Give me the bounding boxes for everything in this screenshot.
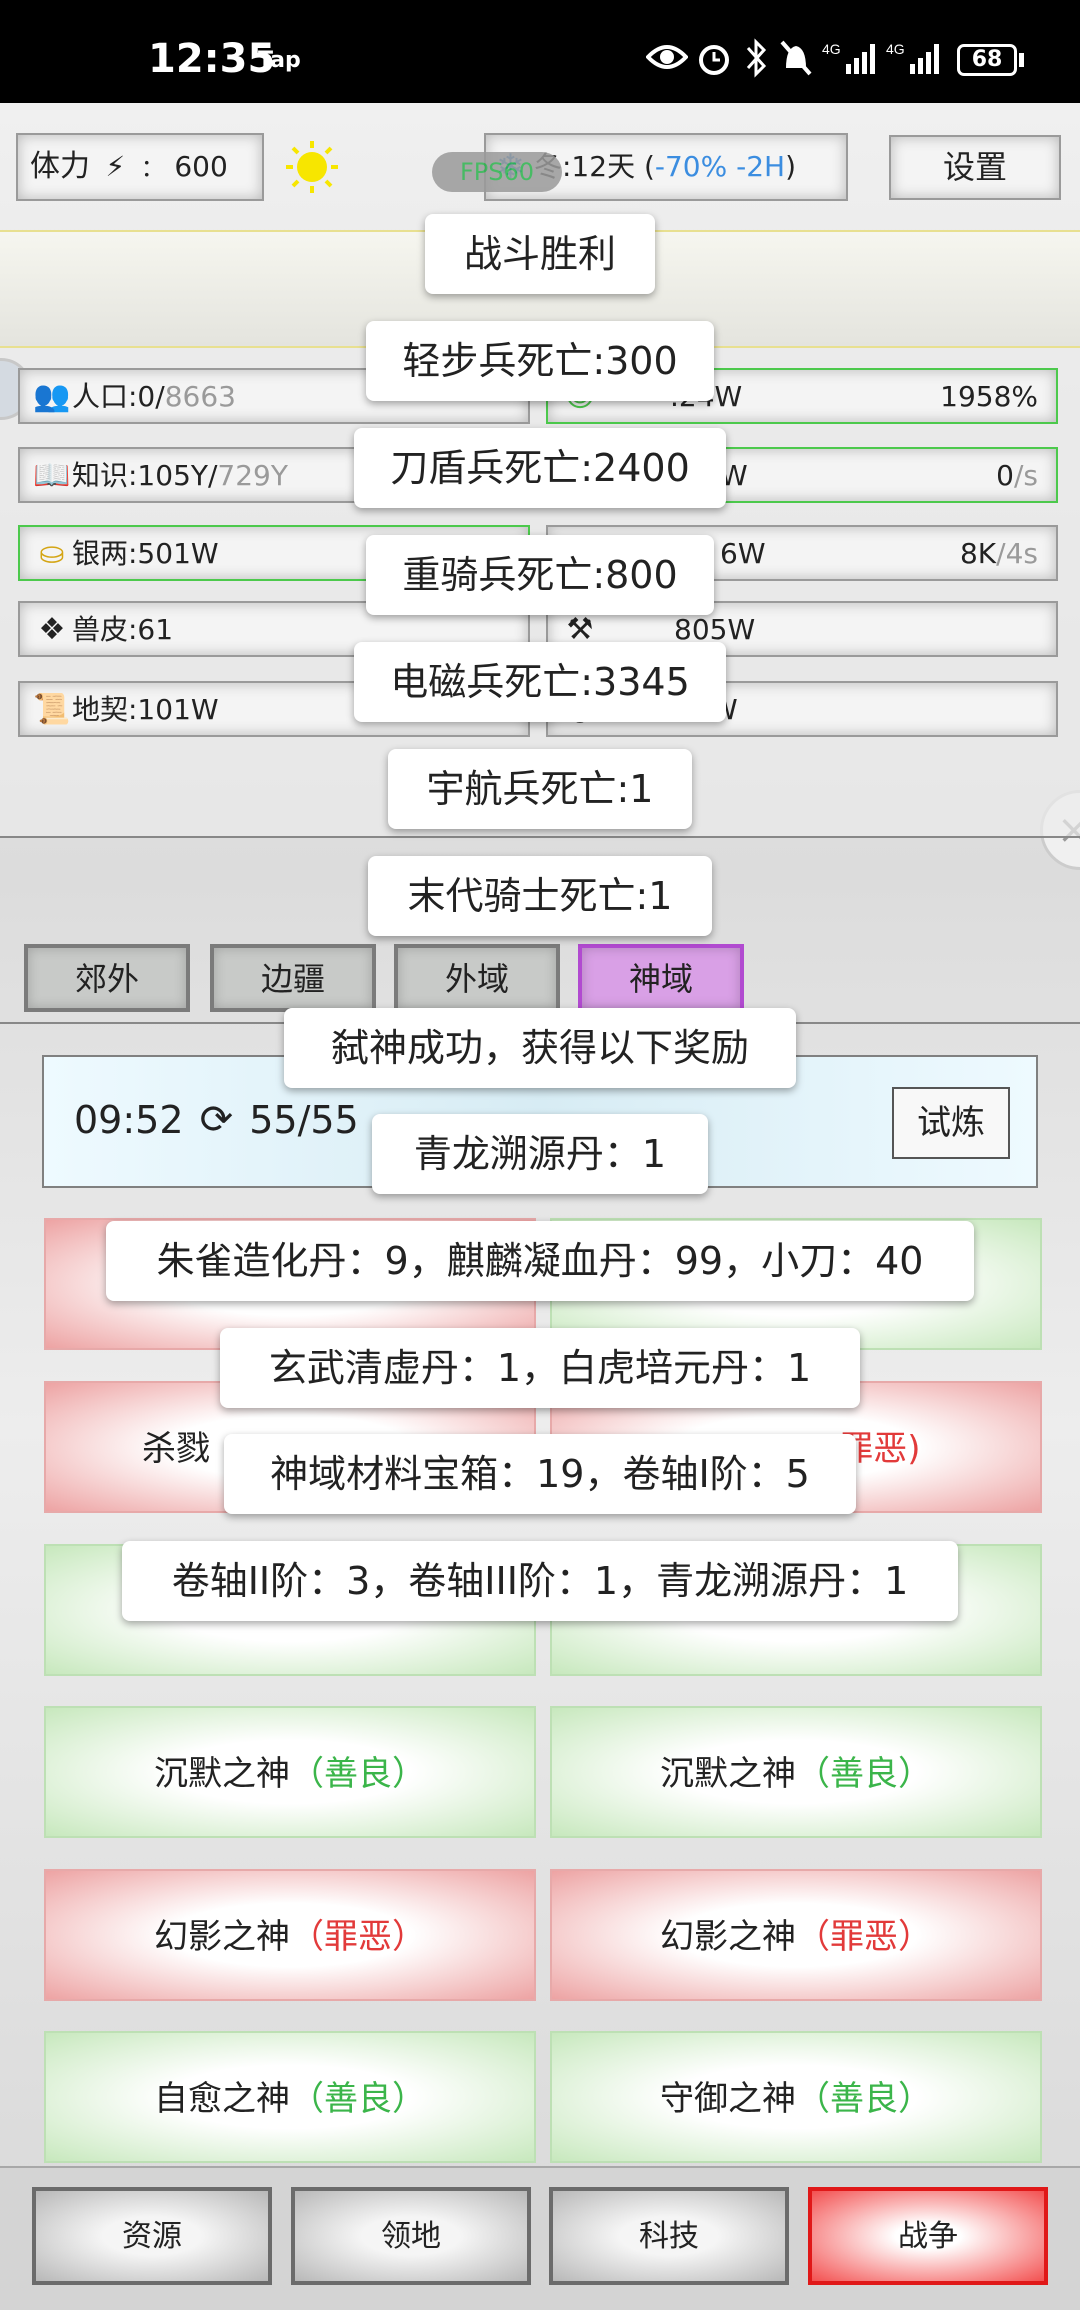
stamina-label: 体力 <box>30 149 90 184</box>
resource-rate: 1958% <box>940 370 1038 424</box>
alarm-icon <box>699 45 729 75</box>
resource-rate: 0/s <box>996 449 1038 503</box>
tab-suburbs[interactable]: 郊外 <box>24 944 190 1012</box>
deed-scroll-icon: 📜 <box>33 692 71 727</box>
god-card[interactable]: 幻影之神（罪恶） <box>550 1869 1042 2001</box>
god-card[interactable]: 沉默之神（善良） <box>550 1706 1042 1838</box>
battery-tip <box>1019 53 1024 67</box>
status-bar: 12:35 Tap 4G 4G 68 <box>0 0 1080 103</box>
refresh-icon: ⟳ <box>199 1097 234 1143</box>
mute-bell-icon <box>780 40 812 76</box>
god-tag: （罪恶） <box>290 1917 426 1957</box>
toast-casualty: 电磁兵死亡:3345 <box>354 642 726 722</box>
toast-reward: 玄武清虚丹：1，白虎培元丹：1 <box>220 1328 860 1408</box>
toast-reward-header: 弑神成功，获得以下奖励 <box>284 1008 796 1088</box>
resource-label: 地契:101W <box>72 693 219 726</box>
fps-counter: FPS60 <box>432 152 562 192</box>
rate-value: 0 <box>996 459 1014 492</box>
status-clock: 12:35 <box>148 36 276 82</box>
toast-casualty: 轻步兵死亡:300 <box>366 321 714 401</box>
god-card[interactable]: 沉默之神（善良） <box>44 1706 536 1838</box>
rate-value: 8K <box>959 537 997 570</box>
toast-battle-victory: 战斗胜利 <box>425 214 655 294</box>
god-name: 沉默之神 <box>154 1754 290 1794</box>
toast-reward: 朱雀造化丹：9，麒麟凝血丹：99，小刀：40 <box>106 1221 974 1301</box>
svg-text:4G: 4G <box>886 41 905 57</box>
people-icon: 👥 <box>33 379 71 414</box>
season-modifier: -70% -2H <box>654 150 786 183</box>
god-name: 幻影之神 <box>660 1917 796 1957</box>
resource-label: 人口:0/ <box>72 380 165 413</box>
nav-technology[interactable]: 科技 <box>549 2187 789 2285</box>
book-icon: 📖 <box>33 458 71 493</box>
nav-resources[interactable]: 资源 <box>32 2187 272 2285</box>
stamina-value: 600 <box>174 150 228 183</box>
toast-casualty: 重骑兵死亡:800 <box>366 535 714 615</box>
toast-reward: 卷轴II阶：3，卷轴III阶：1，青龙溯源丹：1 <box>122 1541 958 1621</box>
god-card[interactable]: 自愈之神（善良） <box>44 2031 536 2163</box>
god-name: 杀戮 <box>142 1429 210 1469</box>
resource-label: 知识:105Y/ <box>72 459 218 492</box>
god-tag: （善良） <box>796 2079 932 2119</box>
tab-frontier[interactable]: 边疆 <box>210 944 376 1012</box>
sun-weather-icon <box>286 141 338 193</box>
signal-4g-icon-1: 4G <box>822 41 875 74</box>
trial-button[interactable]: 试炼 <box>892 1087 1010 1159</box>
toast-casualty: 刀盾兵死亡:2400 <box>354 428 726 508</box>
toast-reward: 神域材料宝箱：19，卷轴I阶：5 <box>224 1434 856 1514</box>
beast-hide-icon: ❖ <box>38 612 66 647</box>
stamina-panel: 体力 ⚡ ： 600 <box>16 133 264 201</box>
toast-casualty: 宇航兵死亡:1 <box>388 749 692 829</box>
resource-label: 银两:501W <box>72 537 219 570</box>
settings-button[interactable]: 设置 <box>889 135 1061 200</box>
god-tag: （罪恶） <box>796 1917 932 1957</box>
god-name: 沉默之神 <box>660 1754 796 1794</box>
god-name: 自愈之神 <box>154 2079 290 2119</box>
god-tag: （善良） <box>290 1754 426 1794</box>
god-name: 守御之神 <box>660 2079 796 2119</box>
stamina-separator: ： <box>140 154 165 182</box>
eye-icon <box>646 45 688 69</box>
god-card[interactable]: 守御之神（善良） <box>550 2031 1042 2163</box>
resource-rate: 8K/4s <box>960 527 1038 581</box>
silver-ingot-icon: ⛀ <box>39 536 65 571</box>
bluetooth-icon <box>746 38 767 78</box>
rate-value: 1958% <box>940 380 1038 413</box>
god-card[interactable]: 幻影之神（罪恶） <box>44 1869 536 2001</box>
god-name: 幻影之神 <box>154 1917 290 1957</box>
god-tag: （善良） <box>796 1754 932 1794</box>
battery-indicator: 68 <box>957 44 1017 76</box>
rate-unit: /4s <box>996 537 1038 570</box>
nav-territory[interactable]: 领地 <box>291 2187 531 2285</box>
trial-time: 09:52 <box>74 1098 184 1142</box>
tab-outer-realm[interactable]: 外域 <box>394 944 560 1012</box>
signal-4g-icon-2: 4G <box>886 41 939 74</box>
rate-unit: /s <box>1013 459 1038 492</box>
resource-extra: 8663 <box>164 380 236 413</box>
god-tag: （善良） <box>290 2079 426 2119</box>
resource-label: 兽皮:61 <box>72 613 174 646</box>
trial-timer: 09:52 ⟳ 55/55 <box>74 1097 359 1143</box>
resource-extra: 729Y <box>217 459 288 492</box>
lightning-icon: ⚡ <box>105 150 126 183</box>
tab-divine-realm[interactable]: 神域 <box>578 944 744 1012</box>
resource-label: 6W <box>720 537 766 570</box>
toast-casualty: 末代骑士死亡:1 <box>368 856 712 936</box>
season-close: ) <box>785 150 797 183</box>
trial-count: 55/55 <box>249 1098 359 1142</box>
toast-reward: 青龙溯源丹：1 <box>372 1114 708 1194</box>
nav-war[interactable]: 战争 <box>808 2187 1048 2285</box>
svg-text:4G: 4G <box>822 41 841 57</box>
status-tap-indicator: Tap <box>258 48 301 73</box>
